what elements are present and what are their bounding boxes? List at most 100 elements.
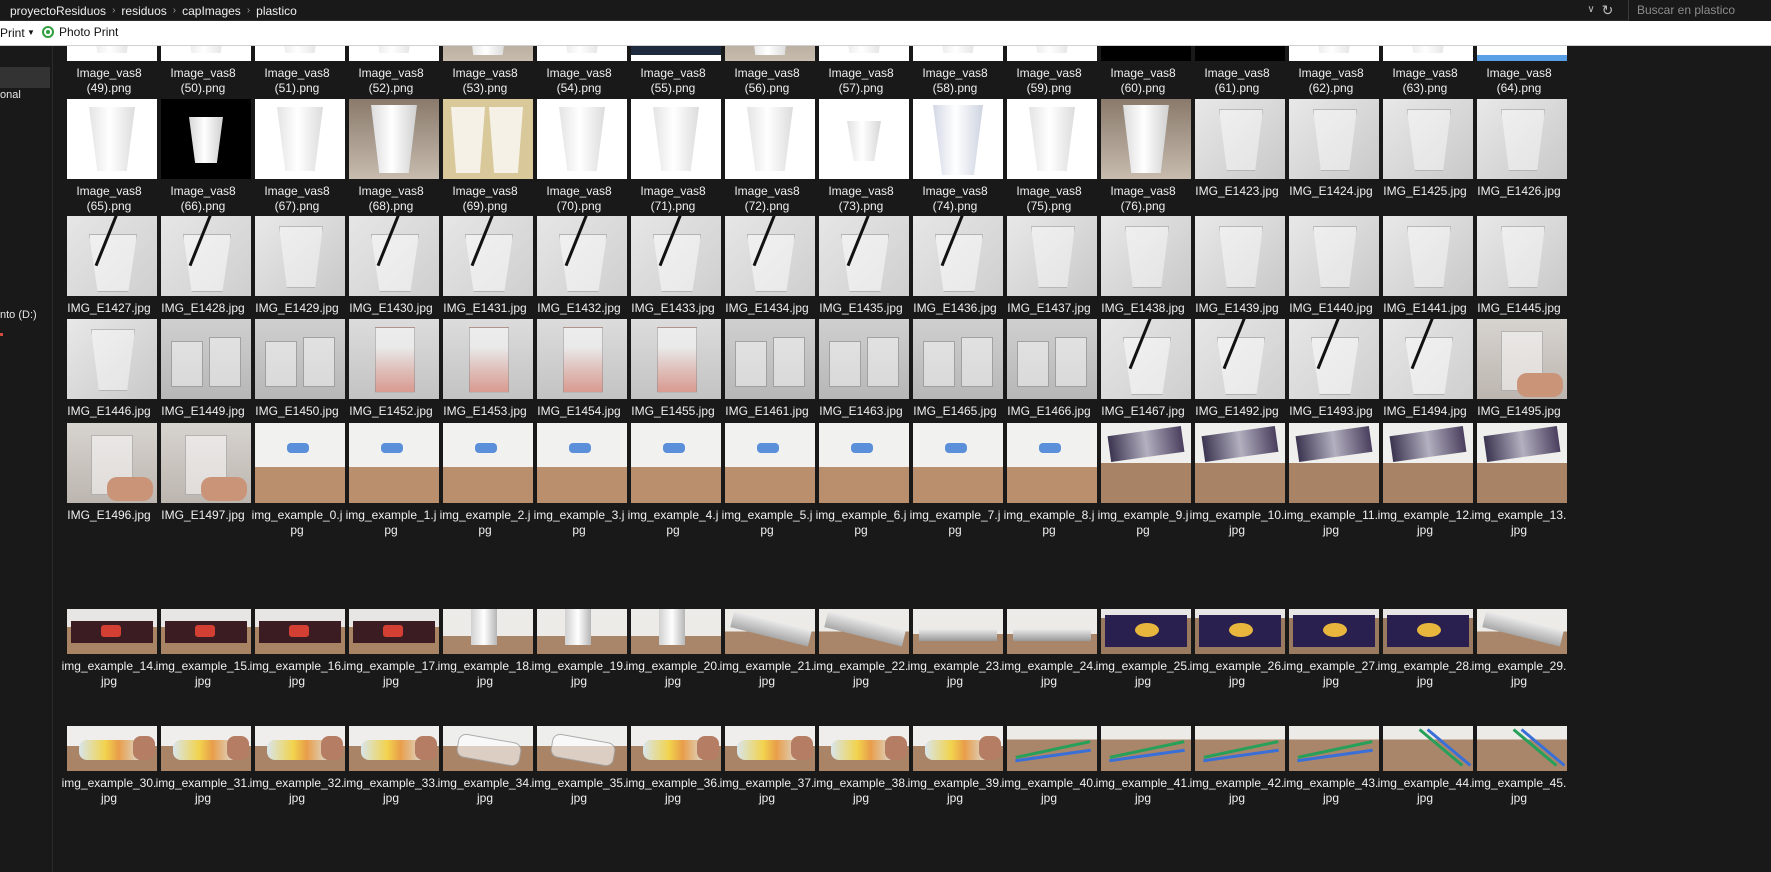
file-item[interactable]: Image_vas8 (65).png [56, 99, 160, 213]
file-item[interactable]: img_example_4.j pg [620, 423, 724, 537]
file-item[interactable]: IMG_E1449.jpg [150, 319, 254, 433]
file-item[interactable]: IMG_E1431.jpg [432, 216, 536, 330]
search-input[interactable]: Buscar en plastico [1628, 0, 1771, 21]
file-item[interactable]: Image_vas8 (54).png [526, 46, 630, 95]
file-item[interactable]: img_example_29. jpg [1466, 574, 1570, 688]
breadcrumb-item[interactable]: capImages [176, 4, 247, 18]
file-item[interactable]: IMG_E1432.jpg [526, 216, 630, 330]
file-item[interactable]: IMG_E1437.jpg [996, 216, 1100, 330]
file-item[interactable]: Image_vas8 (71).png [620, 99, 724, 213]
file-item[interactable]: Image_vas8 (60).png [1090, 46, 1194, 95]
file-item[interactable]: img_example_18. jpg [432, 574, 536, 688]
file-item[interactable]: IMG_E1433.jpg [620, 216, 724, 330]
file-item[interactable]: Image_vas8 (76).png [1090, 99, 1194, 213]
file-item[interactable]: img_example_43. jpg [1278, 691, 1382, 805]
file-item[interactable]: Image_vas8 (74).png [902, 99, 1006, 213]
file-item[interactable]: IMG_E1467.jpg [1090, 319, 1194, 433]
file-item[interactable]: img_example_24. jpg [996, 574, 1100, 688]
file-item[interactable]: img_example_40. jpg [996, 691, 1100, 805]
file-item[interactable]: img_example_9.j pg [1090, 423, 1194, 537]
file-item[interactable]: Image_vas8 (64).png [1466, 46, 1570, 95]
photo-print-button[interactable]: Photo Print [42, 25, 118, 39]
file-item[interactable]: img_example_21. jpg [714, 574, 818, 688]
file-item[interactable]: IMG_E1463.jpg [808, 319, 912, 433]
file-item[interactable]: IMG_E1453.jpg [432, 319, 536, 433]
file-item[interactable]: IMG_E1454.jpg [526, 319, 630, 433]
file-item[interactable]: img_example_12. jpg [1372, 423, 1476, 537]
file-item[interactable]: Image_vas8 (52).png [338, 46, 442, 95]
caret-down-icon[interactable]: ▼ [27, 28, 35, 37]
file-item[interactable]: Image_vas8 (67).png [244, 99, 348, 213]
file-item[interactable]: Image_vas8 (53).png [432, 46, 536, 95]
file-item[interactable]: img_example_1.j pg [338, 423, 442, 537]
file-item[interactable]: Image_vas8 (49).png [56, 46, 160, 95]
file-item[interactable]: img_example_7.j pg [902, 423, 1006, 537]
file-item[interactable]: IMG_E1438.jpg [1090, 216, 1194, 330]
file-item[interactable]: img_example_34. jpg [432, 691, 536, 805]
file-item[interactable]: Image_vas8 (51).png [244, 46, 348, 95]
chevron-down-icon[interactable]: ∨ [1584, 3, 1598, 17]
file-item[interactable]: img_example_26. jpg [1184, 574, 1288, 688]
file-item[interactable]: img_example_31. jpg [150, 691, 254, 805]
file-item[interactable]: IMG_E1426.jpg [1466, 99, 1570, 213]
file-item[interactable]: Image_vas8 (69).png [432, 99, 536, 213]
file-item[interactable]: IMG_E1492.jpg [1184, 319, 1288, 433]
file-item[interactable]: IMG_E1423.jpg [1184, 99, 1288, 213]
file-item[interactable]: img_example_15. jpg [150, 574, 254, 688]
file-item[interactable]: Image_vas8 (68).png [338, 99, 442, 213]
breadcrumb-item[interactable]: plastico [250, 4, 303, 18]
file-item[interactable]: img_example_16. jpg [244, 574, 348, 688]
file-item[interactable]: Image_vas8 (73).png [808, 99, 912, 213]
file-item[interactable]: img_example_3.j pg [526, 423, 630, 537]
file-item[interactable]: IMG_E1452.jpg [338, 319, 442, 433]
file-item[interactable]: IMG_E1496.jpg [56, 423, 160, 537]
file-item[interactable]: IMG_E1497.jpg [150, 423, 254, 537]
file-item[interactable]: Image_vas8 (56).png [714, 46, 818, 95]
file-item[interactable]: img_example_45. jpg [1466, 691, 1570, 805]
nav-item-drive-d[interactable]: nto (D:) [0, 309, 37, 321]
file-item[interactable]: img_example_44. jpg [1372, 691, 1476, 805]
file-item[interactable]: IMG_E1424.jpg [1278, 99, 1382, 213]
file-item[interactable]: img_example_28. jpg [1372, 574, 1476, 688]
file-item[interactable]: IMG_E1493.jpg [1278, 319, 1382, 433]
file-item[interactable]: Image_vas8 (61).png [1184, 46, 1288, 95]
file-item[interactable]: img_example_23. jpg [902, 574, 1006, 688]
file-item[interactable]: Image_vas8 (75).png [996, 99, 1100, 213]
file-item[interactable]: IMG_E1425.jpg [1372, 99, 1476, 213]
file-item[interactable]: Image_vas8 (63).png [1372, 46, 1476, 95]
file-item[interactable]: img_example_27. jpg [1278, 574, 1382, 688]
file-item[interactable]: Image_vas8 (62).png [1278, 46, 1382, 95]
file-item[interactable]: IMG_E1445.jpg [1466, 216, 1570, 330]
file-item[interactable]: img_example_36. jpg [620, 691, 724, 805]
file-item[interactable]: IMG_E1446.jpg [56, 319, 160, 433]
file-item[interactable]: img_example_42. jpg [1184, 691, 1288, 805]
file-item[interactable]: IMG_E1465.jpg [902, 319, 1006, 433]
file-item[interactable]: IMG_E1434.jpg [714, 216, 818, 330]
file-item[interactable]: IMG_E1441.jpg [1372, 216, 1476, 330]
file-item[interactable]: Image_vas8 (59).png [996, 46, 1100, 95]
print-button[interactable]: Print [0, 26, 25, 40]
file-item[interactable]: img_example_20. jpg [620, 574, 724, 688]
file-item[interactable]: IMG_E1439.jpg [1184, 216, 1288, 330]
file-item[interactable]: img_example_5.j pg [714, 423, 818, 537]
breadcrumb-item[interactable]: proyectoResiduos [4, 4, 112, 18]
file-item[interactable]: IMG_E1455.jpg [620, 319, 724, 433]
file-item[interactable]: IMG_E1466.jpg [996, 319, 1100, 433]
file-item[interactable]: img_example_17. jpg [338, 574, 442, 688]
file-item[interactable]: img_example_14. jpg [56, 574, 160, 688]
file-item[interactable]: img_example_33. jpg [338, 691, 442, 805]
file-item[interactable]: img_example_39. jpg [902, 691, 1006, 805]
file-item[interactable]: Image_vas8 (72).png [714, 99, 818, 213]
file-item[interactable]: IMG_E1429.jpg [244, 216, 348, 330]
file-item[interactable]: img_example_30. jpg [56, 691, 160, 805]
file-item[interactable]: IMG_E1495.jpg [1466, 319, 1570, 433]
file-item[interactable]: IMG_E1428.jpg [150, 216, 254, 330]
file-item[interactable]: img_example_32. jpg [244, 691, 348, 805]
file-item[interactable]: Image_vas8 (70).png [526, 99, 630, 213]
file-item[interactable]: img_example_22. jpg [808, 574, 912, 688]
file-item[interactable]: img_example_35. jpg [526, 691, 630, 805]
file-item[interactable]: IMG_E1430.jpg [338, 216, 442, 330]
refresh-icon[interactable]: ↻ [1599, 1, 1616, 19]
file-item[interactable]: img_example_0.j pg [244, 423, 348, 537]
file-item[interactable]: IMG_E1440.jpg [1278, 216, 1382, 330]
